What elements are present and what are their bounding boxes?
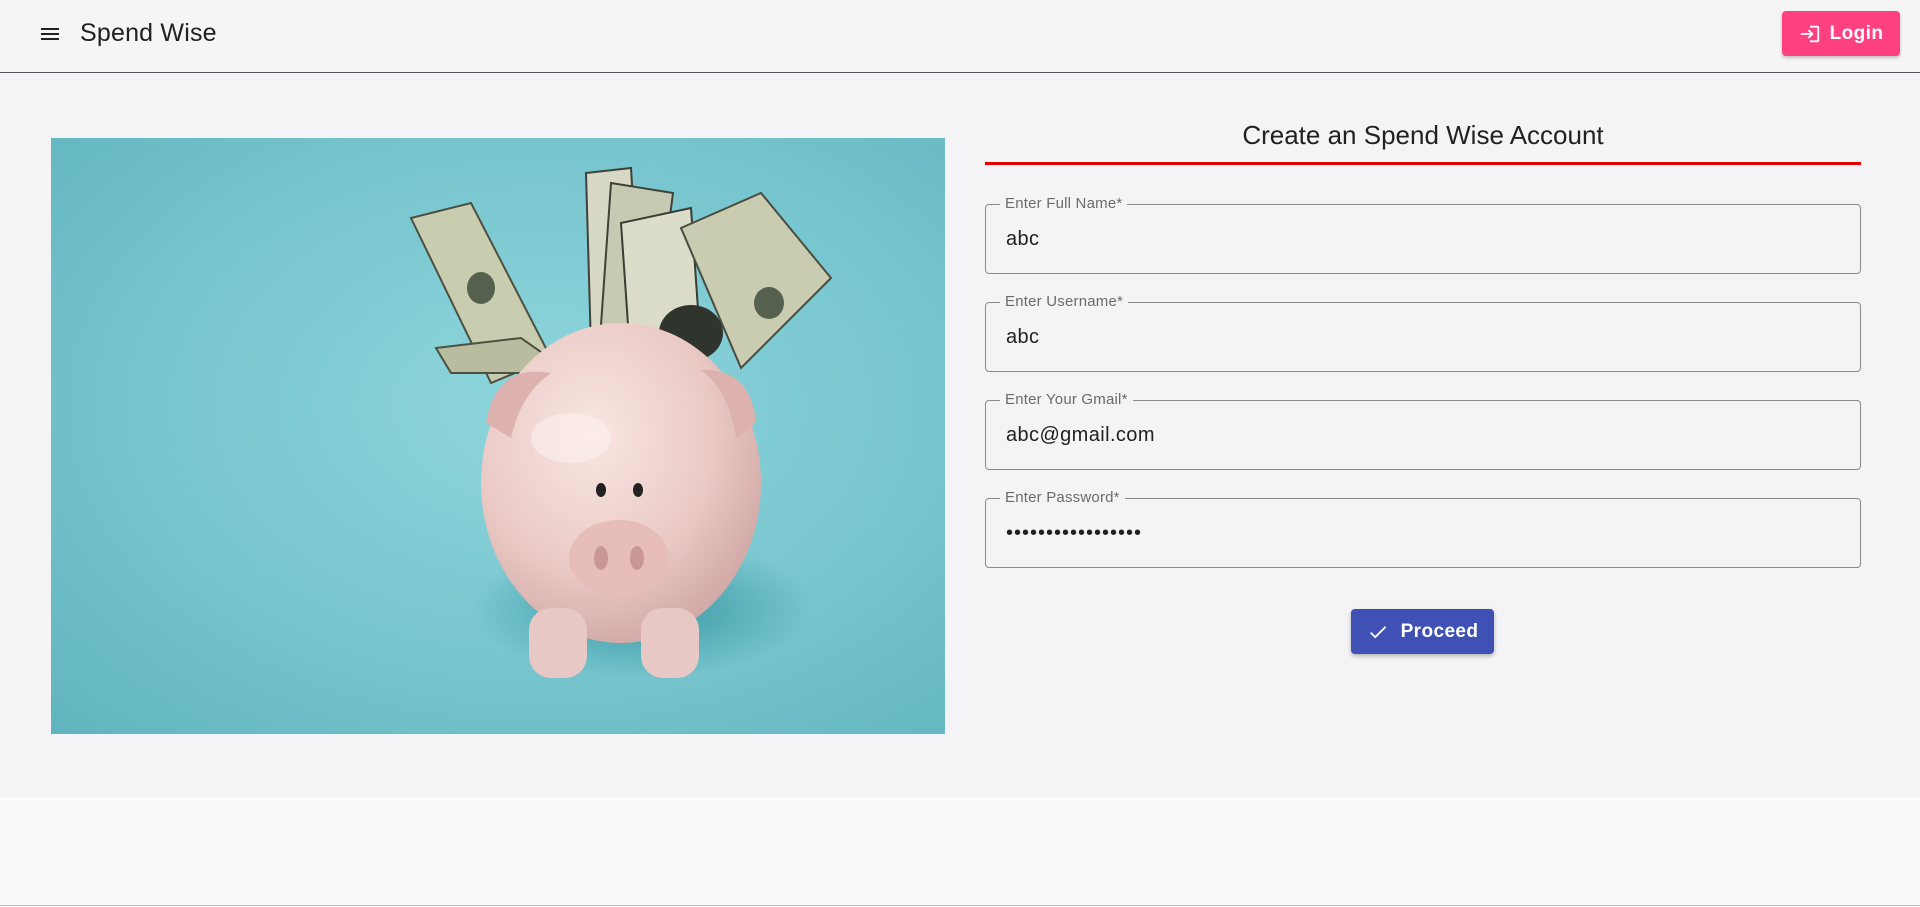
menu-button[interactable] (30, 16, 70, 52)
proceed-label: Proceed (1400, 620, 1479, 642)
full-name-field[interactable]: Enter Full Name* abc (985, 195, 1861, 274)
password-input[interactable]: ••••••••••••••••• (1006, 522, 1142, 545)
email-field[interactable]: Enter Your Gmail* abc@gmail.com (985, 391, 1861, 470)
username-field[interactable]: Enter Username* abc (985, 293, 1861, 372)
password-label: Enter Password* (1000, 489, 1125, 506)
username-input[interactable]: abc (1006, 326, 1039, 349)
login-button[interactable]: Login (1782, 11, 1900, 56)
check-icon (1369, 625, 1386, 638)
email-label: Enter Your Gmail* (1000, 391, 1133, 408)
title-underline (985, 162, 1861, 165)
app-toolbar: Spend Wise Login (0, 0, 1920, 73)
username-label: Enter Username* (1000, 293, 1129, 310)
form-title: Create an Spend Wise Account (1242, 120, 1604, 150)
proceed-button[interactable]: Proceed (1351, 609, 1494, 654)
full-name-label: Enter Full Name* (1000, 195, 1128, 212)
hero-image (51, 138, 945, 734)
email-input[interactable]: abc@gmail.com (1006, 424, 1155, 447)
login-icon (1800, 25, 1819, 42)
menu-icon (41, 28, 59, 40)
login-label: Login (1829, 22, 1884, 44)
full-name-input[interactable]: abc (1006, 228, 1039, 251)
password-field[interactable]: Enter Password* ••••••••••••••••• (985, 489, 1861, 568)
bottom-divider (0, 905, 1920, 906)
app-title: Spend Wise (80, 19, 217, 47)
